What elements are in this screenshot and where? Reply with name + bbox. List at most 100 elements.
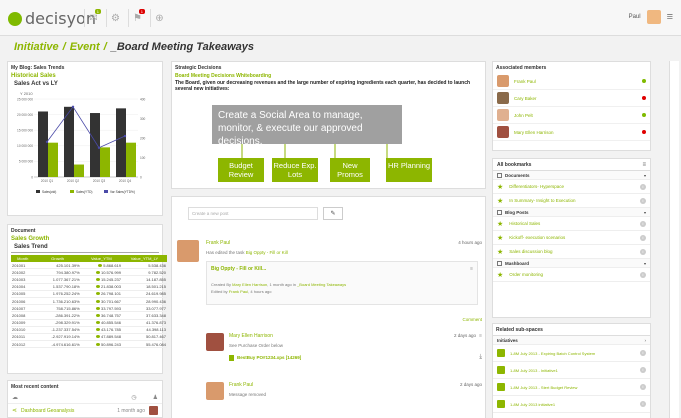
person-icon[interactable]: ♟ xyxy=(153,394,158,401)
bar-sales-ytd[interactable] xyxy=(48,142,58,177)
member-row[interactable]: John Pelt xyxy=(493,107,650,124)
post3-text: Message removed xyxy=(229,392,267,397)
info-icon[interactable]: i xyxy=(640,220,646,227)
line-point[interactable] xyxy=(123,134,127,138)
subspace-item[interactable]: 1-8M July 2013 - Expiring Batch Control … xyxy=(493,345,650,362)
new-post-input[interactable]: Create a new post xyxy=(188,207,318,220)
legend-label[interactable]: Var Sales(YTD%) xyxy=(110,190,135,194)
table-header-cell[interactable]: Growth xyxy=(34,255,81,262)
legend-label[interactable]: Sales(ctd) xyxy=(42,190,56,194)
bullet-icon xyxy=(95,306,100,310)
info-icon[interactable]: i xyxy=(640,384,646,390)
info-icon[interactable]: i xyxy=(640,271,646,278)
info-icon[interactable]: i xyxy=(640,350,646,356)
task-menu-icon[interactable]: ≡ xyxy=(470,266,473,272)
bar-sales-ctd[interactable] xyxy=(38,111,48,177)
subspace-label: 1-8M July 2013 - Expiring Batch Control … xyxy=(510,350,596,356)
breadcrumb-event[interactable]: Event xyxy=(70,41,100,53)
bookmark-item[interactable]: ★ Order monitoring i xyxy=(493,268,650,282)
line-point[interactable] xyxy=(97,146,101,149)
table-cell-value: 758.715.86% xyxy=(56,305,80,311)
document-icon xyxy=(497,172,502,178)
user-menu[interactable]: Paul ≡ xyxy=(629,10,673,24)
bookmark-group-mashboard[interactable]: Mashboard ▾ xyxy=(493,259,650,268)
task-edited-by[interactable]: Frank Paul xyxy=(229,289,248,294)
post1-author[interactable]: Frank Paul xyxy=(206,240,230,246)
settings-icon[interactable]: ⚙ xyxy=(106,9,124,27)
task-edited: Edited by Frank Paul, 4 hours ago xyxy=(211,289,473,294)
breadcrumb-initiative[interactable]: Initiative xyxy=(14,41,59,53)
post1-action-link[interactable]: Big Oppty - Fill or Kill xyxy=(246,250,288,255)
decision-box-hr[interactable]: HR Planning xyxy=(386,158,432,182)
decision-box-budget[interactable]: Budget Review xyxy=(218,158,264,182)
line-var-sales xyxy=(46,106,126,149)
hamburger-icon[interactable]: ≡ xyxy=(667,11,673,23)
post2-menu-icon[interactable]: ≡ xyxy=(479,333,482,339)
info-icon[interactable]: i xyxy=(640,234,646,241)
user-avatar xyxy=(646,10,661,24)
table-cell: 1.077.367.21% xyxy=(34,275,81,284)
info-icon[interactable]: i xyxy=(640,367,646,373)
info-icon[interactable]: i xyxy=(640,401,646,407)
legend-label[interactable]: Sales(YTD) xyxy=(76,190,92,194)
bookmark-item[interactable]: ★ Historical Sales i xyxy=(493,217,650,231)
info-icon[interactable]: i xyxy=(640,248,646,255)
post2-author[interactable]: Mary Ellen Harrison xyxy=(229,333,273,339)
member-row[interactable]: Mary Ellen Harrison xyxy=(493,124,650,141)
member-row[interactable]: Frank Paul xyxy=(493,73,650,90)
task-created-by[interactable]: Mary Ellen Harrison xyxy=(232,282,267,287)
subspaces-group[interactable]: Initiatives › xyxy=(493,336,650,345)
bar-sales-ytd[interactable] xyxy=(100,147,110,177)
x-tick-label: 2010 Q4 xyxy=(119,179,131,183)
bullet-icon xyxy=(95,313,100,317)
right-scrollbar[interactable] xyxy=(669,61,679,418)
bar-sales-ytd[interactable] xyxy=(126,142,136,177)
table-cell-value: 9.782.520 xyxy=(148,269,166,275)
subspace-item[interactable]: 1-8M July 2013 - Initiative1 i xyxy=(493,362,650,379)
table-row: 201007 758.715.86% 33.797.593 33.077.977 xyxy=(11,304,167,313)
cloud-icon[interactable]: ☁ xyxy=(12,394,18,401)
subspace-item[interactable]: 1-8M July 2013 initiative1 i xyxy=(493,396,650,413)
info-icon[interactable]: i xyxy=(640,183,646,190)
messages-icon[interactable]: ✉ 1 xyxy=(84,9,102,27)
decision-box-reduce[interactable]: Reduce Exp. Lots xyxy=(272,158,318,182)
table-header-cell[interactable]: Value_YTM xyxy=(80,255,123,262)
bookmark-item[interactable]: ★ Differentiators- Hyperspace i xyxy=(493,180,650,194)
bullet-icon xyxy=(95,270,100,274)
table-cell: 26.798.101 xyxy=(80,290,123,298)
clock-icon[interactable]: ◷ xyxy=(131,394,136,401)
info-icon[interactable]: i xyxy=(640,197,646,204)
bar-sales-ctd[interactable] xyxy=(90,113,100,177)
decision-box-promos[interactable]: New Promos xyxy=(330,158,370,182)
logo[interactable]: decisyon xyxy=(8,9,96,28)
table-cell: -1.237.337.54% xyxy=(34,326,81,334)
member-row[interactable]: Cary Baker xyxy=(493,90,650,107)
table-header-cell[interactable]: Value_YTM_LY xyxy=(122,255,167,262)
edit-post-button[interactable]: ✎ xyxy=(323,207,343,220)
bookmark-item[interactable]: ★ Sales discussion blog i xyxy=(493,245,650,259)
post3-author[interactable]: Frank Paul xyxy=(229,382,253,388)
line-point[interactable] xyxy=(71,105,75,108)
bookmark-item[interactable]: ★ Kickoff- execution scenarios i xyxy=(493,231,650,245)
line-point[interactable] xyxy=(45,140,49,144)
subspaces-group-label: Initiatives xyxy=(497,337,518,343)
attachment-file[interactable]: BestBuy PO#1234.xps [14269] xyxy=(237,355,301,360)
bookmark-item[interactable]: ★ In Summary- Insight to Execution i xyxy=(493,194,650,208)
subspace-item[interactable]: 1-8M July 2013 - Stert Budget Review i xyxy=(493,379,650,396)
add-icon[interactable]: ⊕ xyxy=(150,9,168,27)
members-panel: Associated members Frank Paul Cary Baker J… xyxy=(492,61,651,151)
table-header-cell[interactable]: Month xyxy=(11,255,35,262)
task-created-in[interactable]: _Board Meeting Takeaways xyxy=(297,282,346,287)
notifications-icon[interactable]: ⚑ 1 xyxy=(128,9,146,27)
task-title[interactable]: Big Oppty - Fill or Kill... xyxy=(211,266,266,272)
bullet-icon xyxy=(95,321,100,325)
bookmark-group-blog[interactable]: Blog Posts ▾ xyxy=(493,208,650,217)
bookmark-group-documents[interactable]: Documents ▾ xyxy=(493,171,650,180)
download-icon[interactable]: ⤓ xyxy=(479,354,482,361)
bar-sales-ytd[interactable] xyxy=(74,164,84,177)
bar-sales-ctd[interactable] xyxy=(116,108,126,177)
bookmarks-menu-icon[interactable]: ≡ xyxy=(642,162,646,168)
recent-item[interactable]: ⋖ Dashboard Geoanalysis 1 month ago xyxy=(8,404,162,417)
table-cell-value: 5.538.436 xyxy=(148,262,166,268)
comment-link[interactable]: Comment xyxy=(462,317,482,322)
